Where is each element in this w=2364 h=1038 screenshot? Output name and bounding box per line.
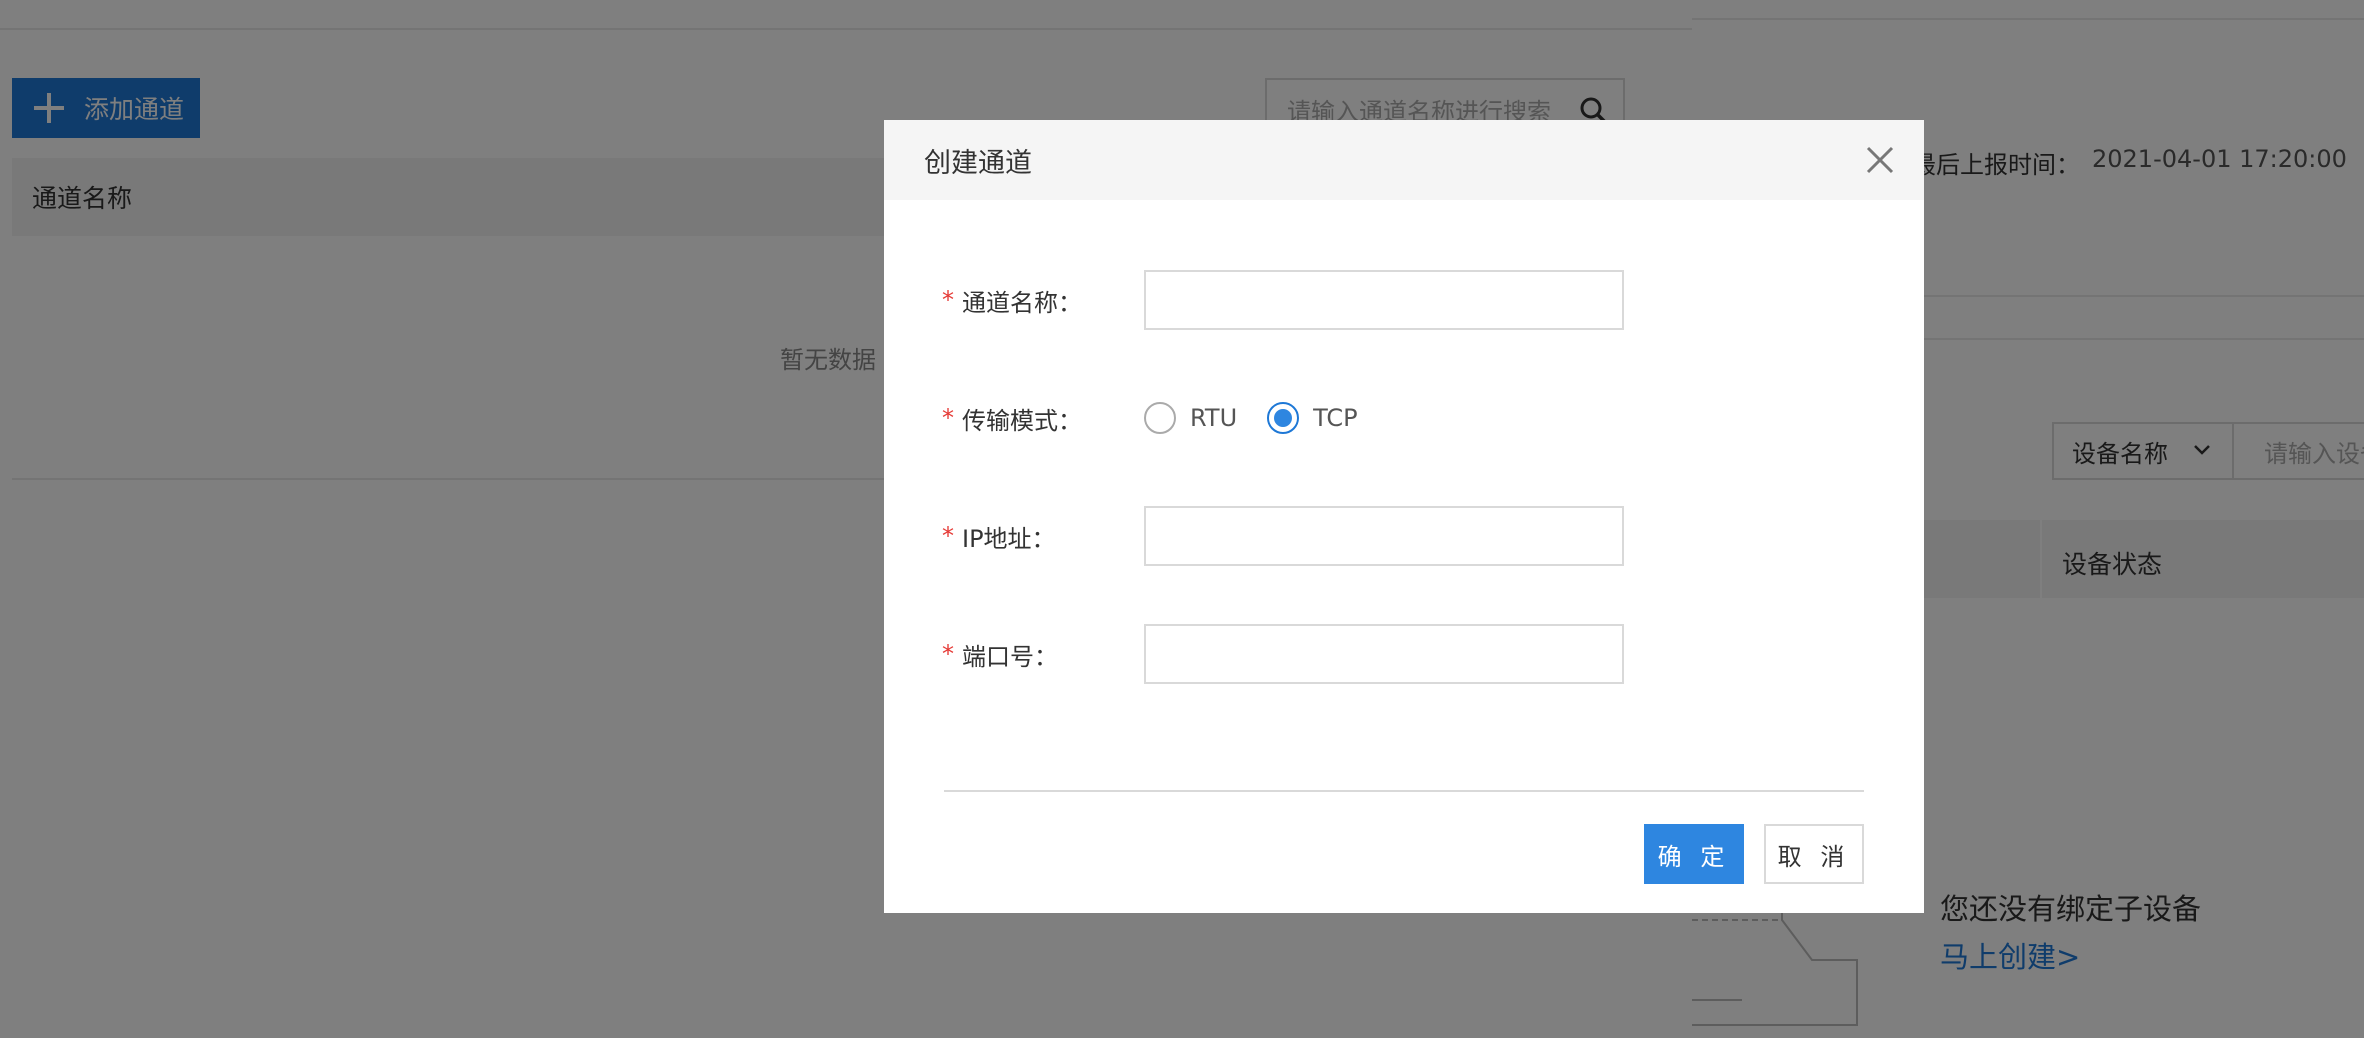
port-input[interactable] [1144,624,1624,684]
dialog-title: 创建通道 [924,147,1032,179]
dialog-footer-divider [944,790,1864,792]
ip-label: * IP地址： [942,506,1056,566]
close-icon[interactable] [1860,140,1900,180]
channel-name-label: * 通道名称： [942,270,1082,330]
required-marker: * [942,522,954,550]
transport-label-text: 传输模式： [962,406,1082,435]
channel-name-input[interactable] [1144,270,1624,330]
port-label: * 端口号： [942,624,1058,684]
required-marker: * [942,404,954,432]
required-marker: * [942,286,954,314]
channel-name-label-text: 通道名称： [962,288,1082,317]
radio-circle-rtu[interactable] [1144,402,1176,434]
dialog-header: 创建通道 [884,120,1924,200]
radio-label-rtu: RTU [1190,404,1238,432]
form-row-ip: * IP地址： [942,506,1882,566]
transport-radio-group: RTU TCP [1144,388,1388,448]
ip-label-text: IP地址： [962,524,1056,553]
radio-tcp[interactable]: TCP [1267,402,1358,434]
radio-label-tcp: TCP [1313,404,1358,432]
form-row-transport: * 传输模式： RTU TCP [942,388,1882,448]
transport-label: * 传输模式： [942,388,1082,448]
required-marker: * [942,640,954,668]
create-channel-dialog: 创建通道 * 通道名称： * 传输模式： RTU TCP * IP地址： * 端… [884,120,1924,913]
cancel-button[interactable]: 取 消 [1764,824,1864,884]
radio-circle-tcp[interactable] [1267,402,1300,434]
port-label-text: 端口号： [962,642,1058,671]
form-row-channel-name: * 通道名称： [942,270,1882,330]
form-row-port: * 端口号： [942,624,1882,684]
ip-address-input[interactable] [1144,506,1624,566]
radio-rtu[interactable]: RTU [1144,402,1237,434]
confirm-button[interactable]: 确 定 [1644,824,1744,884]
